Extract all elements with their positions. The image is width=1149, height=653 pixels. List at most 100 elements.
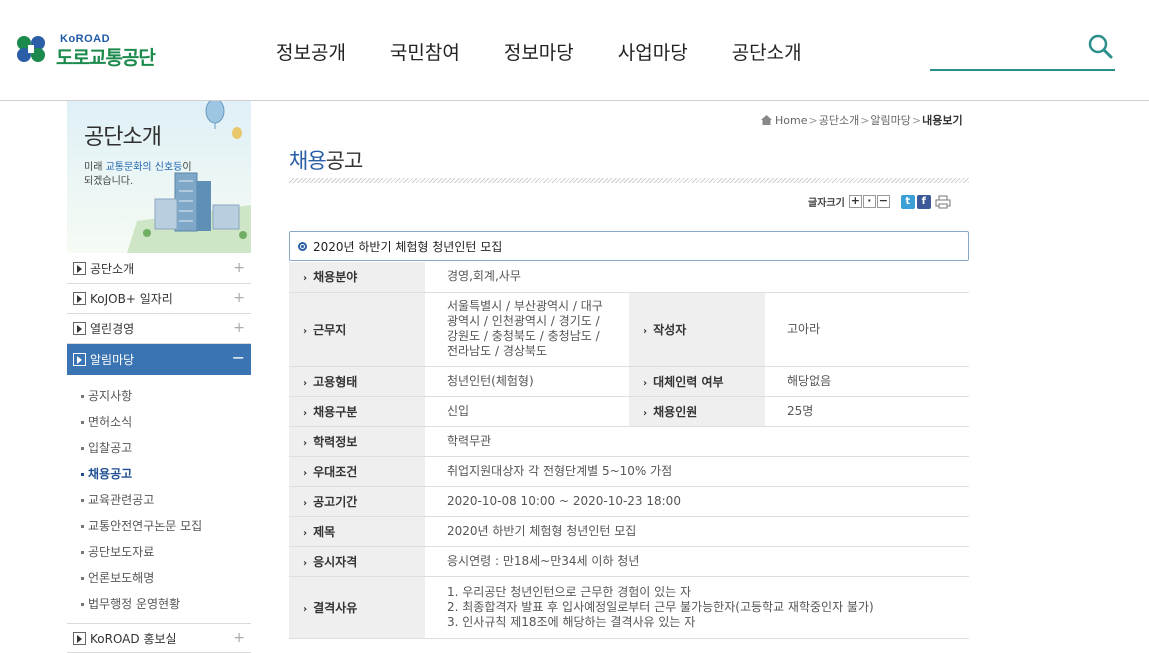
row-value: 학력무관	[425, 426, 969, 457]
row-header: › 대체인력 여부	[629, 366, 765, 397]
banner-slogan: 미래 교통문화의 신호등이 되겠습니다.	[84, 162, 192, 187]
submenu-item-legal[interactable]: 법무행정 운영현황	[81, 591, 251, 617]
table-row: › 근무지 서울특별시 / 부산광역시 / 대구 광역시 / 인천광역시 / 경기…	[289, 292, 969, 367]
koroad-logo[interactable]: KoROAD 도로교통공단	[14, 30, 174, 70]
submenu-item-press-release[interactable]: 공단보도자료	[81, 539, 251, 565]
row-value: 2020년 하반기 체험형 청년인턴 모집	[425, 516, 969, 547]
font-increase-button[interactable]: +	[848, 195, 862, 208]
arrow-icon: ›	[303, 497, 308, 509]
table-row: › 고용형태 청년인턴(체험형) › 대체인력 여부 해당없음	[289, 366, 969, 397]
plus-icon: +	[233, 260, 245, 276]
bullet-icon	[81, 577, 84, 580]
site-header: KoROAD 도로교통공단 정보공개 국민참여 정보마당 사업마당 공단소개	[0, 0, 1149, 101]
job-info-table: › 채용분야 경영,회계,사무 › 근무지 서울특별시 / 부산광역시 / 대구 광…	[289, 262, 969, 639]
nav-business[interactable]: 사업마당	[618, 38, 688, 65]
sidebar-item-about[interactable]: 공단소개 +	[67, 254, 251, 284]
nav-about[interactable]: 공단소개	[732, 38, 802, 65]
sidebar-item-label: 알림마당	[90, 353, 135, 367]
row-header: › 작성자	[629, 292, 765, 367]
breadcrumb: Home > 공단소개 > 알림마당 > 내용보기	[760, 112, 963, 128]
row-header: › 채용분야	[289, 262, 425, 293]
arrow-icon: ›	[643, 377, 648, 389]
banner-title: 공단소개	[84, 125, 162, 150]
post-title: 2020년 하반기 체험형 청년인턴 모집	[313, 239, 503, 254]
arrow-icon: ›	[303, 273, 308, 285]
sidebar-item-label: 공단소개	[90, 262, 135, 276]
arrow-icon: ›	[303, 467, 308, 479]
row-value: 1. 우리공단 청년인턴으로 근무한 경험이 있는 자 2. 최종합격자 발표 …	[425, 576, 969, 639]
arrow-icon: ›	[303, 557, 308, 569]
sidebar-item-label: 열린경영	[90, 322, 135, 336]
plus-icon: +	[233, 630, 245, 646]
bullet-icon	[81, 499, 84, 502]
page-title: 채용공고	[289, 149, 363, 173]
table-row: › 학력정보 학력무관	[289, 426, 969, 457]
search-icon[interactable]	[1087, 33, 1113, 59]
plus-icon: +	[233, 290, 245, 306]
row-header: › 제목	[289, 516, 425, 547]
submenu-item-recruit[interactable]: 채용공고	[81, 461, 251, 487]
row-header: › 채용구분	[289, 396, 425, 427]
arrow-icon: ›	[303, 603, 308, 615]
font-reset-button[interactable]: ·	[862, 195, 876, 208]
sidebar-item-open-management[interactable]: 열린경영 +	[67, 314, 251, 344]
print-icon[interactable]	[935, 195, 951, 209]
nav-info-plaza[interactable]: 정보마당	[504, 38, 574, 65]
arrow-box-icon	[73, 262, 86, 275]
font-decrease-button[interactable]: −	[876, 195, 890, 208]
sidebar-item-label: KoJOB+ 일자리	[90, 292, 173, 306]
bullet-icon	[81, 603, 84, 606]
sidebar-banner: 공단소개 미래 교통문화의 신호등이 되겠습니다.	[67, 101, 251, 253]
arrow-icon: ›	[303, 377, 308, 389]
table-row: › 우대조건 취업지원대상자 각 전형단계별 5~10% 가점	[289, 456, 969, 487]
row-value: 2020-10-08 10:00 ~ 2020-10-23 18:00	[425, 486, 969, 517]
breadcrumb-separator: >	[808, 113, 818, 127]
sidebar-item-label: KoROAD 홍보실	[90, 631, 177, 646]
table-row: › 응시자격 응시연령 : 만18세~만34세 이하 청년	[289, 546, 969, 577]
submenu-item-research-paper[interactable]: 교통안전연구논문 모집	[81, 513, 251, 539]
submenu-item-license[interactable]: 면허소식	[81, 409, 251, 435]
font-size-label: 글자크기	[808, 198, 845, 209]
facebook-share-icon[interactable]: f	[916, 194, 931, 209]
row-value: 고아라	[765, 292, 969, 367]
arrow-icon: ›	[303, 325, 308, 337]
submenu-item-press-clarification[interactable]: 언론보도해명	[81, 565, 251, 591]
breadcrumb-item[interactable]: 알림마당	[870, 112, 910, 128]
sidebar-item-notice-plaza[interactable]: 알림마당 −	[67, 344, 251, 375]
arrow-box-icon	[73, 353, 86, 366]
row-header: › 고용형태	[289, 366, 425, 397]
row-value: 경영,회계,사무	[425, 262, 969, 293]
breadcrumb-item[interactable]: 공단소개	[819, 112, 859, 128]
submenu-item-notice[interactable]: 공지사항	[81, 383, 251, 409]
sidebar-item-kojob[interactable]: KoJOB+ 일자리 +	[67, 284, 251, 314]
breadcrumb-separator: >	[911, 113, 922, 127]
nav-participation[interactable]: 국민참여	[390, 38, 460, 65]
sidebar-item-pr[interactable]: KoROAD 홍보실 +	[67, 623, 251, 653]
title-divider	[289, 178, 969, 183]
arrow-box-icon	[73, 631, 86, 645]
arrow-icon: ›	[303, 527, 308, 539]
breadcrumb-home[interactable]: Home	[775, 114, 807, 127]
table-row: › 제목 2020년 하반기 체험형 청년인턴 모집	[289, 516, 969, 547]
sidebar-submenu: 공지사항 면허소식 입찰공고 채용공고 교육관련공고 교통안전연구논문 모집 공…	[67, 375, 251, 623]
row-value: 25명	[765, 396, 969, 427]
plus-icon: +	[233, 320, 245, 336]
post-title-bar: 2020년 하반기 체험형 청년인턴 모집	[289, 231, 969, 261]
arrow-icon: ›	[303, 437, 308, 449]
breadcrumb-separator: >	[860, 113, 870, 127]
row-value: 응시연령 : 만18세~만34세 이하 청년	[425, 546, 969, 577]
bullet-icon	[81, 395, 84, 398]
submenu-item-education[interactable]: 교육관련공고	[81, 487, 251, 513]
row-value: 서울특별시 / 부산광역시 / 대구 광역시 / 인천광역시 / 경기도 / 강…	[425, 292, 629, 367]
nav-info-disclosure[interactable]: 정보공개	[276, 38, 346, 65]
row-header: › 우대조건	[289, 456, 425, 487]
row-header: › 결격사유	[289, 576, 425, 639]
bullet-icon	[81, 473, 84, 476]
row-header: › 학력정보	[289, 426, 425, 457]
arrow-box-icon	[73, 292, 86, 305]
submenu-item-bid[interactable]: 입찰공고	[81, 435, 251, 461]
logo-mark-icon	[17, 36, 45, 62]
twitter-share-icon[interactable]: t	[900, 194, 915, 209]
arrow-icon: ›	[643, 407, 648, 419]
search-input[interactable]	[930, 30, 1115, 71]
